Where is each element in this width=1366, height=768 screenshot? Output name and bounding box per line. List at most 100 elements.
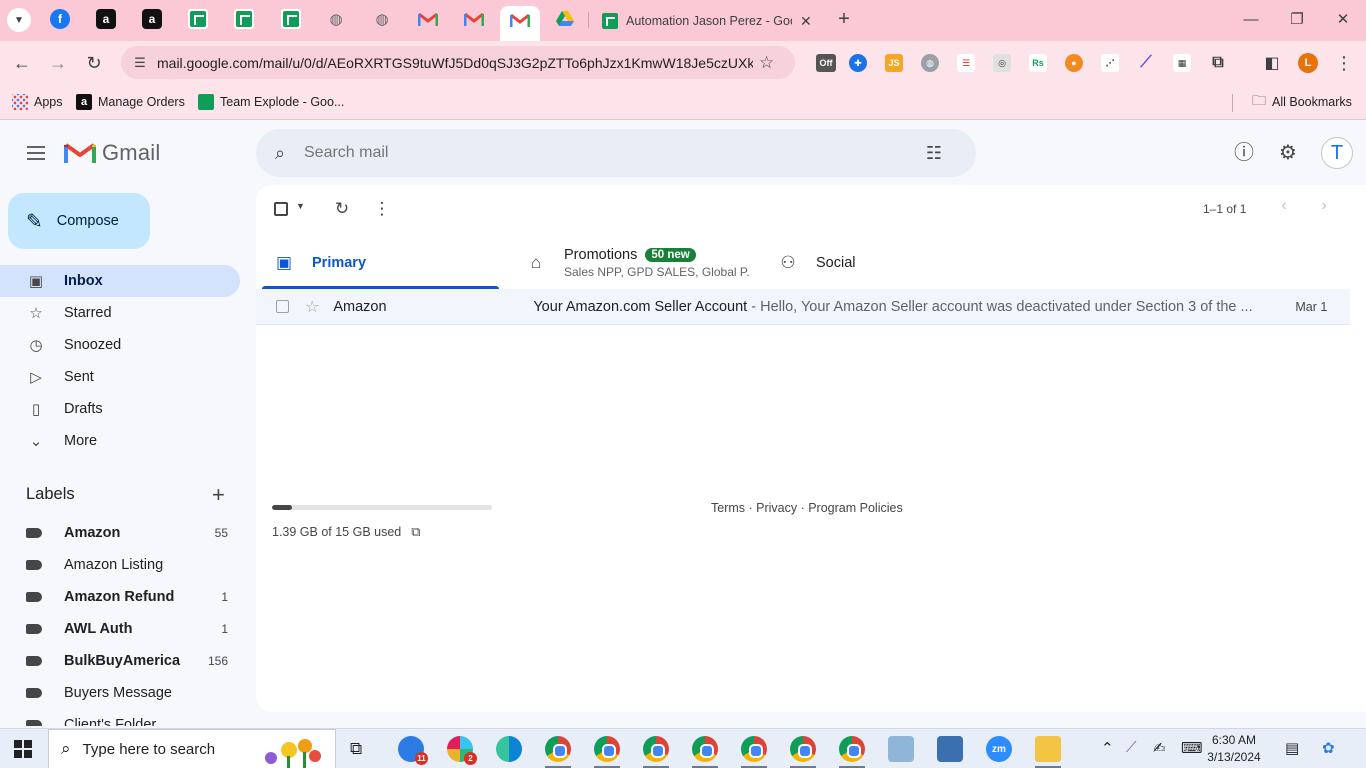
- tab-social[interactable]: ⚇ Social: [760, 237, 1010, 289]
- taskbar-calculator-icon[interactable]: [937, 736, 963, 762]
- main-menu-icon[interactable]: [24, 141, 48, 165]
- compose-button[interactable]: ✎ Compose: [8, 193, 150, 249]
- tab-facebook-icon[interactable]: f: [50, 9, 70, 29]
- show-hidden-icons-icon[interactable]: ⌃: [1101, 739, 1114, 757]
- tab-automation-sheet[interactable]: Automation Jason Perez - Goog ✕: [598, 6, 826, 36]
- taskbar-slack-icon[interactable]: 2: [447, 736, 477, 765]
- add-label-icon[interactable]: +: [212, 482, 225, 508]
- taskbar-chrome-icon[interactable]: [839, 736, 865, 762]
- taskbar-chrome-icon[interactable]: [594, 736, 620, 762]
- footer-links[interactable]: Terms · Privacy · Program Policies: [711, 501, 903, 515]
- label-amazon[interactable]: Amazon 55: [0, 517, 240, 549]
- help-icon[interactable]: ⓘ: [1232, 141, 1256, 165]
- extension-icon[interactable]: ✚: [849, 54, 867, 72]
- taskbar-chrome-icon[interactable]: [692, 736, 718, 762]
- bookmark-star-icon[interactable]: ☆: [759, 53, 774, 73]
- nav-drafts[interactable]: ▯ Drafts: [0, 393, 240, 425]
- tab-primary[interactable]: ▣ Primary: [256, 237, 499, 289]
- tab-promotions[interactable]: ⌂ Promotions 50 new Sales NPP, GPD SALES…: [508, 237, 758, 289]
- extension-globe-icon[interactable]: ◍: [921, 54, 939, 72]
- taskbar-zoom-icon[interactable]: zm: [986, 736, 1012, 762]
- tab-search-button[interactable]: ▼: [7, 8, 31, 32]
- tray-pen-icon[interactable]: ⟋: [1126, 739, 1137, 756]
- label-awl-auth[interactable]: AWL Auth 1: [0, 613, 240, 645]
- extension-qr-icon[interactable]: ▦: [1173, 54, 1191, 72]
- extension-off-icon[interactable]: Off: [816, 54, 836, 72]
- taskbar-chrome-icon[interactable]: [741, 736, 767, 762]
- label-bulkbuyamerica[interactable]: BulkBuyAmerica 156: [0, 645, 240, 677]
- tab-gmail-icon[interactable]: [464, 9, 484, 29]
- task-view-icon[interactable]: ⧉: [350, 739, 362, 759]
- gmail-logo[interactable]: Gmail: [64, 140, 160, 166]
- extension-pen-icon[interactable]: ⟋: [1137, 54, 1155, 72]
- tab-sheets-icon[interactable]: [234, 9, 254, 29]
- tab-amazon-icon[interactable]: a: [142, 9, 162, 29]
- new-tab-button[interactable]: +: [834, 8, 854, 31]
- close-tab-icon[interactable]: ✕: [800, 13, 812, 30]
- url-input[interactable]: [157, 54, 753, 71]
- select-dropdown-icon[interactable]: ▼: [296, 201, 305, 211]
- taskbar-search[interactable]: ⌕ Type here to search: [48, 729, 336, 768]
- label-buyers-message[interactable]: Buyers Message: [0, 677, 240, 709]
- back-icon[interactable]: ←: [10, 51, 34, 75]
- windows-start-icon[interactable]: [14, 740, 32, 758]
- tab-gmail-icon[interactable]: [418, 9, 438, 29]
- prev-page-icon[interactable]: ‹: [1274, 197, 1294, 215]
- chrome-profile-avatar[interactable]: L: [1298, 53, 1318, 73]
- nav-sent[interactable]: ▷ Sent: [0, 361, 240, 393]
- extension-icon[interactable]: ◎: [993, 54, 1011, 72]
- extension-icon[interactable]: ☰: [957, 54, 975, 72]
- extensions-puzzle-icon[interactable]: ⧉: [1209, 54, 1227, 72]
- tab-globe-icon[interactable]: ◍: [326, 9, 346, 29]
- search-input[interactable]: [304, 144, 914, 162]
- tab-gmail-active[interactable]: [500, 6, 540, 41]
- tab-amazon-icon[interactable]: a: [96, 9, 116, 29]
- system-clock[interactable]: 6:30 AM 3/13/2024: [1206, 732, 1262, 766]
- more-options-icon[interactable]: ⋮: [372, 197, 392, 221]
- select-all-checkbox[interactable]: [274, 202, 288, 216]
- search-options-icon[interactable]: ☷: [914, 143, 954, 164]
- label-clients-folder[interactable]: Client's Folder: [0, 709, 240, 726]
- extension-rs-icon[interactable]: Rs: [1029, 54, 1047, 72]
- site-info-icon[interactable]: ☰: [131, 54, 149, 72]
- extension-icon[interactable]: ⋰: [1101, 54, 1119, 72]
- restore-icon[interactable]: ❐: [1287, 10, 1307, 30]
- reload-icon[interactable]: ↻: [82, 51, 106, 75]
- nav-snoozed[interactable]: ◷ Snoozed: [0, 329, 240, 361]
- nav-more[interactable]: ⌄ More: [0, 425, 240, 457]
- next-page-icon[interactable]: ›: [1314, 197, 1334, 215]
- row-checkbox[interactable]: [276, 300, 289, 313]
- close-window-icon[interactable]: ✕: [1333, 10, 1353, 30]
- taskbar-mail-icon[interactable]: 11: [398, 736, 428, 765]
- address-bar[interactable]: ☰ ☆: [121, 46, 795, 79]
- settings-gear-icon[interactable]: ⚙: [1276, 141, 1300, 165]
- extension-js-icon[interactable]: JS: [885, 54, 903, 72]
- tray-ink-icon[interactable]: ✍: [1153, 739, 1166, 757]
- tab-drive-icon[interactable]: [556, 11, 574, 27]
- bookmark-apps[interactable]: Apps: [12, 92, 63, 112]
- tray-app-icon[interactable]: ✿: [1322, 739, 1335, 757]
- notifications-icon[interactable]: ▤: [1285, 739, 1299, 757]
- search-bar[interactable]: ⌕ ☷: [256, 129, 976, 177]
- extension-icon[interactable]: ●: [1065, 54, 1083, 72]
- tab-sheets-icon[interactable]: [281, 9, 301, 29]
- taskbar-app-icon[interactable]: [888, 736, 914, 762]
- taskbar-chrome-icon[interactable]: [643, 736, 669, 762]
- refresh-icon[interactable]: ↻: [332, 197, 352, 221]
- label-amazon-refund[interactable]: Amazon Refund 1: [0, 581, 240, 613]
- bookmark-team-explode[interactable]: Team Explode - Goo...: [198, 92, 344, 112]
- taskbar-chrome-icon[interactable]: [790, 736, 816, 762]
- bookmark-manage-orders[interactable]: a Manage Orders: [76, 92, 185, 112]
- account-avatar[interactable]: T: [1321, 137, 1353, 169]
- taskbar-edge-icon[interactable]: [496, 736, 522, 762]
- label-amazon-listing[interactable]: Amazon Listing: [0, 549, 240, 581]
- open-external-icon[interactable]: ⧉: [411, 524, 420, 540]
- nav-inbox[interactable]: ▣ Inbox: [0, 265, 240, 297]
- forward-icon[interactable]: →: [46, 51, 70, 75]
- taskbar-file-explorer-icon[interactable]: [1035, 736, 1061, 762]
- email-row[interactable]: ☆ Amazon Your Amazon.com Seller Account …: [256, 289, 1350, 325]
- star-icon[interactable]: ☆: [305, 297, 319, 317]
- tab-globe-icon[interactable]: ◍: [372, 9, 392, 29]
- touch-keyboard-icon[interactable]: ⌨: [1181, 739, 1203, 757]
- nav-starred[interactable]: ☆ Starred: [0, 297, 240, 329]
